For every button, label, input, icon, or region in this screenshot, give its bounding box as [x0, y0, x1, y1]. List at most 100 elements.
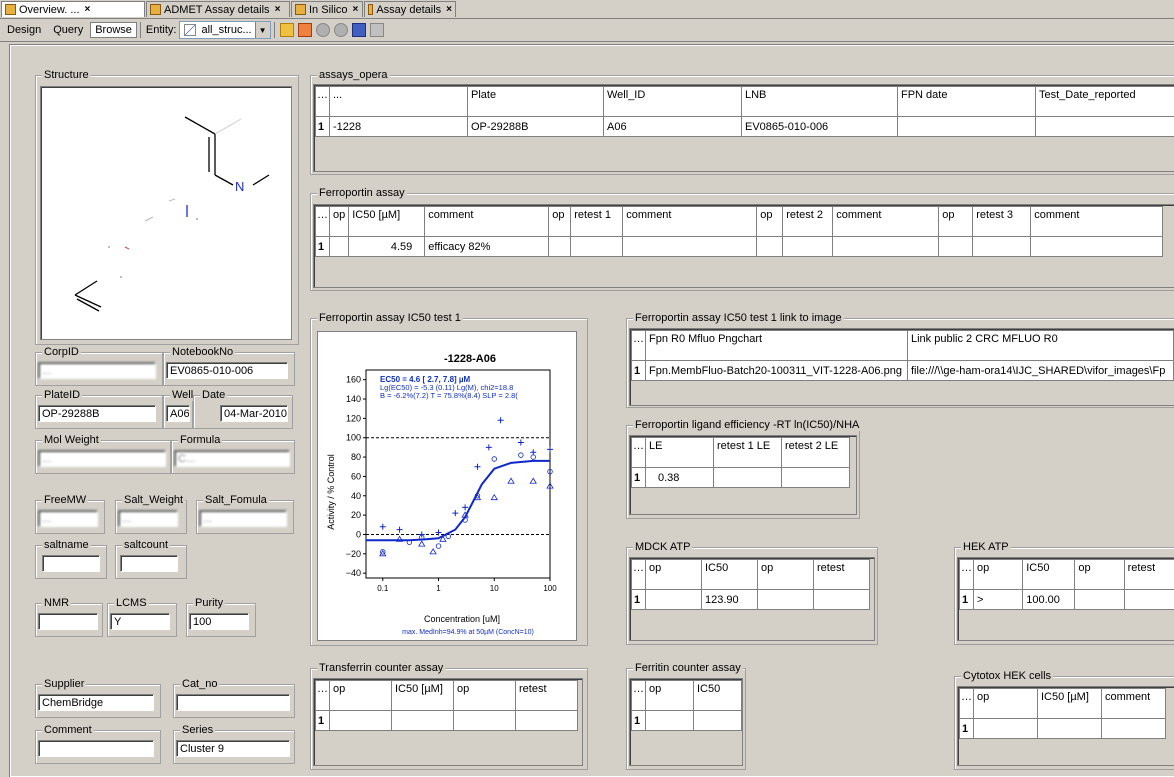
table-cell[interactable] — [623, 237, 757, 257]
column-header[interactable]: IC50 — [702, 560, 758, 590]
table-cell[interactable]: OP-29288B — [468, 117, 604, 137]
tab-overview[interactable]: Overview. ... × — [1, 1, 145, 17]
table-cell[interactable] — [549, 237, 571, 257]
column-header[interactable]: op — [757, 207, 783, 237]
row-selector-header[interactable]: … — [632, 331, 646, 361]
table-row[interactable]: 1 -1228 OP-29288B A06 EV0865-010-006 — [316, 117, 1174, 137]
column-header[interactable]: IC50 [µM] — [392, 681, 454, 711]
column-header[interactable]: op — [758, 560, 814, 590]
zoom-disabled-icon[interactable] — [334, 23, 348, 37]
well-field[interactable]: A06 — [166, 405, 190, 422]
comment-field[interactable] — [38, 740, 154, 757]
table-cell[interactable]: file:///\\ge-ham-ora14\IJC_SHARED\vifor_… — [908, 361, 1174, 381]
date-field[interactable]: 04-Mar-2010 — [220, 405, 288, 422]
table-cell[interactable] — [782, 468, 850, 488]
table-cell[interactable] — [330, 237, 349, 257]
row-selector-header[interactable]: … — [960, 560, 974, 590]
row-selector-header[interactable]: … — [632, 560, 646, 590]
table-cell[interactable]: 0.38 — [646, 468, 714, 488]
row-selector-header[interactable]: … — [960, 689, 974, 719]
column-header[interactable]: IC50 — [694, 681, 742, 711]
table-cell[interactable]: Fpn.MembFluo-Batch20-100311_VIT-1228-A06… — [646, 361, 908, 381]
row-number[interactable]: 1 — [632, 468, 646, 488]
column-header[interactable]: op — [330, 681, 392, 711]
row-selector-header[interactable]: … — [316, 207, 330, 237]
export-icon[interactable] — [352, 23, 366, 37]
table-cell[interactable] — [814, 590, 870, 610]
table-cell[interactable] — [783, 237, 833, 257]
column-header[interactable]: Test_Date_reported — [1036, 87, 1174, 117]
table-cell[interactable]: -1228 — [330, 117, 468, 137]
table-cell[interactable] — [757, 237, 783, 257]
close-icon[interactable]: × — [85, 4, 91, 15]
chevron-down-icon[interactable]: ▼ — [255, 22, 270, 38]
row-number[interactable]: 1 — [632, 361, 646, 381]
column-header[interactable]: retest 1 LE — [714, 438, 782, 468]
column-header[interactable]: op — [330, 207, 349, 237]
tab-in-silico[interactable]: In Silico × — [291, 1, 363, 17]
table-cell[interactable] — [974, 719, 1038, 739]
plateid-field[interactable]: OP-29288B — [38, 405, 156, 422]
column-header[interactable]: LNB — [742, 87, 898, 117]
purity-field[interactable]: 100 — [189, 613, 249, 630]
table-row[interactable]: 1 — [960, 719, 1166, 739]
column-header[interactable]: comment — [425, 207, 549, 237]
nmr-field[interactable] — [38, 613, 98, 630]
table-cell[interactable] — [454, 711, 516, 731]
column-header[interactable]: retest — [1124, 560, 1174, 590]
column-header[interactable]: comment — [1031, 207, 1163, 237]
saltcount-field[interactable] — [120, 555, 178, 572]
column-header[interactable]: IC50 [µM] — [349, 207, 425, 237]
table-cell[interactable] — [973, 237, 1031, 257]
row-number[interactable]: 1 — [632, 590, 646, 610]
edit-disabled-icon[interactable] — [370, 23, 384, 37]
table-row[interactable]: 1 123.90 — [632, 590, 870, 610]
table-cell[interactable] — [939, 237, 973, 257]
table-cell[interactable] — [758, 590, 814, 610]
column-header[interactable]: op — [1075, 560, 1124, 590]
column-header[interactable]: IC50 [µM] — [1038, 689, 1102, 719]
table-cell[interactable] — [833, 237, 939, 257]
column-header[interactable]: LE — [646, 438, 714, 468]
column-header[interactable]: Plate — [468, 87, 604, 117]
formula-field[interactable]: C... — [174, 450, 290, 467]
column-header[interactable]: retest 2 LE — [782, 438, 850, 468]
column-header[interactable]: comment — [623, 207, 757, 237]
notebook-field[interactable]: EV0865-010-006 — [166, 362, 288, 379]
row-selector-header[interactable]: … — [632, 438, 646, 468]
table-cell[interactable] — [694, 711, 742, 731]
column-header[interactable]: op — [454, 681, 516, 711]
browse-button[interactable]: Browse — [90, 22, 137, 38]
table-icon[interactable] — [280, 23, 294, 37]
table-cell[interactable] — [516, 711, 578, 731]
row-selector-header[interactable]: … — [632, 681, 646, 711]
table-cell[interactable] — [898, 117, 1036, 137]
column-header[interactable]: comment — [833, 207, 939, 237]
table-cell[interactable] — [1124, 590, 1174, 610]
column-header[interactable]: retest 3 — [973, 207, 1031, 237]
column-header[interactable]: retest — [516, 681, 578, 711]
column-header[interactable]: op — [646, 681, 694, 711]
tab-assay-details[interactable]: Assay details × — [364, 1, 456, 17]
table-row[interactable]: 1 — [316, 711, 578, 731]
column-header[interactable]: Fpn R0 Mfluo Pngchart — [646, 331, 908, 361]
table-red-icon[interactable] — [298, 23, 312, 37]
design-button[interactable]: Design — [2, 22, 46, 38]
column-header[interactable]: IC50 — [1023, 560, 1075, 590]
column-header[interactable]: retest 1 — [571, 207, 623, 237]
row-number[interactable]: 1 — [316, 237, 330, 257]
catno-field[interactable] — [176, 694, 290, 711]
table-cell[interactable]: 123.90 — [702, 590, 758, 610]
tab-admet-assay-details[interactable]: ADMET Assay details × — [146, 1, 290, 17]
row-selector-header[interactable]: … — [316, 87, 330, 117]
table-cell[interactable]: 100.00 — [1023, 590, 1075, 610]
table-cell[interactable] — [571, 237, 623, 257]
column-header[interactable]: op — [974, 560, 1023, 590]
table-cell[interactable] — [714, 468, 782, 488]
entity-select[interactable]: all_struc... ▼ — [179, 21, 270, 39]
table-cell[interactable] — [1038, 719, 1102, 739]
search-disabled-icon[interactable] — [316, 23, 330, 37]
row-number[interactable]: 1 — [316, 711, 330, 731]
column-header[interactable]: op — [646, 560, 702, 590]
table-cell[interactable] — [330, 711, 392, 731]
